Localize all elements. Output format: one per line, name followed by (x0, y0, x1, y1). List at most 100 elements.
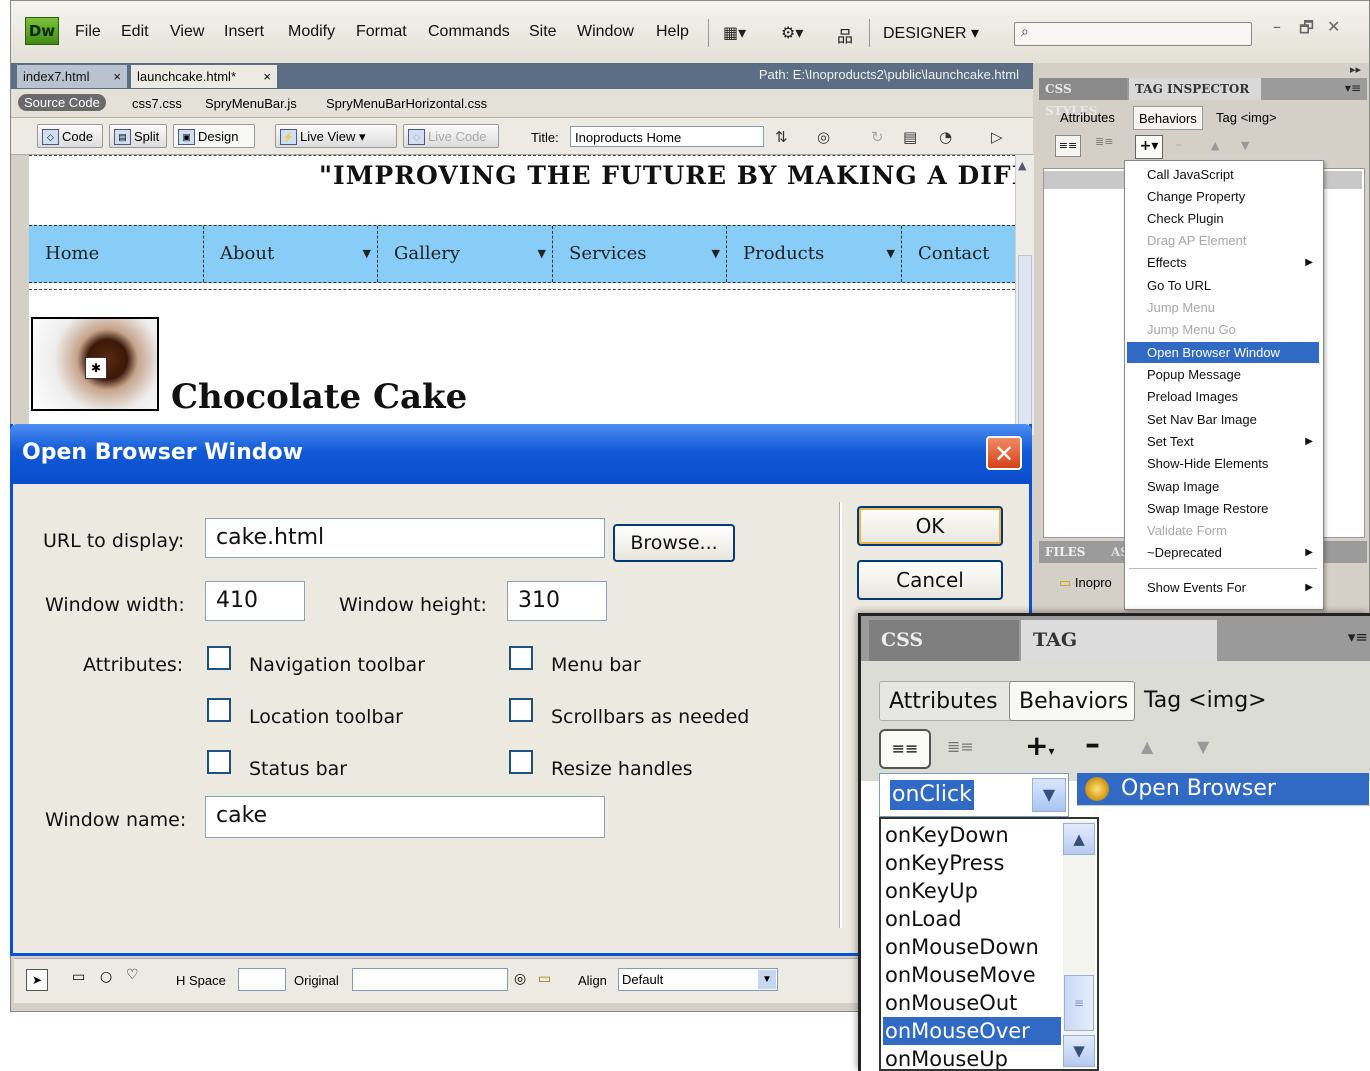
visual-aids-icon[interactable]: ◔ (939, 128, 952, 146)
preview-browser-icon[interactable]: ◎ (817, 128, 830, 146)
add-behavior-icon[interactable]: +▾ (1025, 729, 1055, 762)
behavior-menu-item[interactable]: ~Deprecated ▶ (1127, 542, 1319, 563)
nav-item-home[interactable]: Home (29, 226, 204, 282)
menu-insert[interactable]: Insert (224, 23, 264, 41)
menu-site[interactable]: Site (529, 23, 557, 41)
event-list-item[interactable]: onMouseDown (883, 933, 1061, 961)
window-height-field[interactable]: 310 (507, 581, 607, 621)
nav-item-gallery[interactable]: Gallery ▼ (378, 226, 553, 282)
design-view[interactable]: "IMPROVING THE FUTURE BY MAKING A DIFFI … (29, 155, 1015, 435)
panel-collapse-icon[interactable]: ▸▸ (1350, 63, 1361, 76)
behavior-menu-item[interactable]: Go To URL (1127, 275, 1319, 296)
nav-item-services[interactable]: Services ▼ (553, 226, 727, 282)
related-file[interactable]: SpryMenuBarHorizontal.css (326, 96, 487, 111)
event-list-item[interactable]: onMouseMove (883, 961, 1061, 989)
event-list-item[interactable]: onMouseOver (883, 1017, 1061, 1045)
event-list-item[interactable]: onLoad (883, 905, 1061, 933)
align-select[interactable]: Default ▼ (618, 968, 778, 991)
resize-handles-checkbox[interactable] (509, 750, 533, 774)
behavior-menu-item[interactable]: Swap Image (1127, 476, 1319, 497)
tab-index7[interactable]: index7.html × (17, 65, 127, 88)
show-all-events-icon[interactable]: ≣≡ (947, 737, 974, 756)
close-icon[interactable]: ✕ (986, 436, 1022, 470)
event-list-item[interactable]: onMouseOut (883, 989, 1061, 1017)
move-down-icon[interactable]: ▼ (1241, 139, 1249, 152)
cake-image[interactable]: ✱ (31, 317, 159, 411)
event-list-scrollbar[interactable]: ▲ ≡ ▼ (1063, 821, 1095, 1067)
menu-commands[interactable]: Commands (428, 23, 510, 41)
scroll-up-icon[interactable]: ▲ (1018, 159, 1026, 172)
tab-launchcake[interactable]: launchcake.html* × (131, 65, 277, 88)
tab-files[interactable]: FILES (1045, 545, 1085, 559)
close-icon[interactable]: × (263, 65, 271, 88)
file-management-icon[interactable]: ⇅ (775, 128, 788, 146)
window-width-field[interactable]: 410 (205, 581, 305, 621)
menu-modify[interactable]: Modify (288, 23, 335, 41)
site-selector[interactable]: ▭ Inopro (1059, 575, 1112, 591)
live-code-button[interactable]: ◇ Live Code (403, 124, 499, 148)
nav-item-about[interactable]: About ▼ (204, 226, 378, 282)
point-to-file-icon[interactable]: ◎ (514, 971, 526, 987)
panel-options-icon[interactable]: ▾≡ (1348, 628, 1368, 646)
tab-attributes[interactable]: Attributes (1055, 106, 1120, 130)
move-up-icon[interactable]: ▲ (1141, 737, 1153, 756)
refresh-icon[interactable]: ↻ (871, 128, 884, 146)
event-list-item[interactable]: onKeyPress (883, 849, 1061, 877)
navigation-toolbar-checkbox[interactable] (207, 646, 231, 670)
tab-behaviors[interactable]: Behaviors (1133, 106, 1203, 130)
related-file[interactable]: SpryMenuBar.js (205, 96, 297, 111)
scroll-thumb[interactable] (1018, 255, 1032, 425)
scroll-down-icon[interactable]: ▼ (1063, 1035, 1095, 1067)
behavior-menu-item[interactable]: Show Events For ▶ (1127, 577, 1319, 598)
minimize-icon[interactable]: – (1273, 17, 1281, 36)
event-list[interactable]: ▲ ≡ ▼ onKeyDown onKeyPress onKeyUp onLoad on… (879, 817, 1099, 1071)
code-view-button[interactable]: ◇ Code (37, 124, 103, 148)
close-icon[interactable]: ✕ (1327, 17, 1340, 36)
behavior-menu-item[interactable]: Preload Images (1127, 386, 1319, 407)
remove-behavior-icon[interactable]: – (1175, 137, 1182, 153)
behavior-menu-item[interactable]: Jump Menu Go (1127, 319, 1319, 340)
extend-icon[interactable]: ⚙▾ (781, 23, 803, 42)
folder-icon[interactable]: ▭ (538, 971, 551, 987)
behavior-menu-item[interactable]: Effects ▶ (1127, 252, 1319, 273)
chevron-down-icon[interactable]: ▼ (1032, 778, 1066, 812)
menu-file[interactable]: File (75, 23, 101, 41)
window-name-field[interactable]: cake (205, 796, 605, 838)
tab-behaviors[interactable]: Behaviors (1009, 681, 1135, 721)
behavior-menu-item[interactable]: Jump Menu (1127, 297, 1319, 318)
behavior-menu-item[interactable]: Show-Hide Elements (1127, 453, 1319, 474)
related-file[interactable]: css7.css (132, 96, 182, 111)
tab-attributes[interactable]: Attributes (879, 681, 1013, 721)
panel-options-icon[interactable]: ▾≡ (1345, 81, 1361, 95)
live-view-button[interactable]: ⚡ Live View ▾ (275, 124, 397, 148)
behavior-menu-item[interactable]: Call JavaScript (1127, 164, 1319, 185)
event-list-item[interactable]: onKeyDown (883, 821, 1061, 849)
rect-hotspot-icon[interactable]: ▭ (72, 969, 85, 985)
status-bar-checkbox[interactable] (207, 750, 231, 774)
workspace-switcher[interactable]: DESIGNER ▾ (883, 23, 979, 43)
event-list-item[interactable]: onMouseUp (883, 1045, 1061, 1069)
design-scrollbar[interactable]: ▲ (1015, 155, 1034, 435)
event-select[interactable]: onClick ▼ (879, 773, 1069, 817)
nav-item-products[interactable]: Products ▼ (727, 226, 902, 282)
design-view-button[interactable]: ▣ Design (173, 124, 255, 148)
move-down-icon[interactable]: ▼ (1197, 737, 1209, 756)
tab-css-styles[interactable]: CSS STYLES (869, 620, 1019, 692)
tab-tag-inspector[interactable]: TAG INSPECTOR (1129, 78, 1261, 100)
tab-css-styles[interactable]: CSS STYLES (1039, 78, 1127, 118)
page-title-input[interactable]: Inoproducts Home (570, 126, 764, 147)
cancel-button[interactable]: Cancel (857, 560, 1003, 600)
polygon-hotspot-icon[interactable]: ♡ (126, 967, 139, 983)
move-up-icon[interactable]: ▲ (1211, 139, 1219, 152)
menu-format[interactable]: Format (356, 23, 407, 41)
menu-edit[interactable]: Edit (121, 23, 149, 41)
menu-view[interactable]: View (170, 23, 204, 41)
browse-button[interactable]: Browse... (613, 524, 735, 562)
layout-icon[interactable]: ▦▾ (723, 23, 746, 42)
behavior-menu-item[interactable]: Change Property (1127, 186, 1319, 207)
behavior-menu-item[interactable]: Swap Image Restore (1127, 498, 1319, 519)
behavior-menu-item[interactable]: Open Browser Window (1127, 342, 1319, 363)
behavior-menu-item[interactable]: Check Plugin (1127, 208, 1319, 229)
restore-icon[interactable]: 🗗 (1299, 17, 1314, 44)
search-input[interactable]: ⌕ (1014, 22, 1252, 46)
